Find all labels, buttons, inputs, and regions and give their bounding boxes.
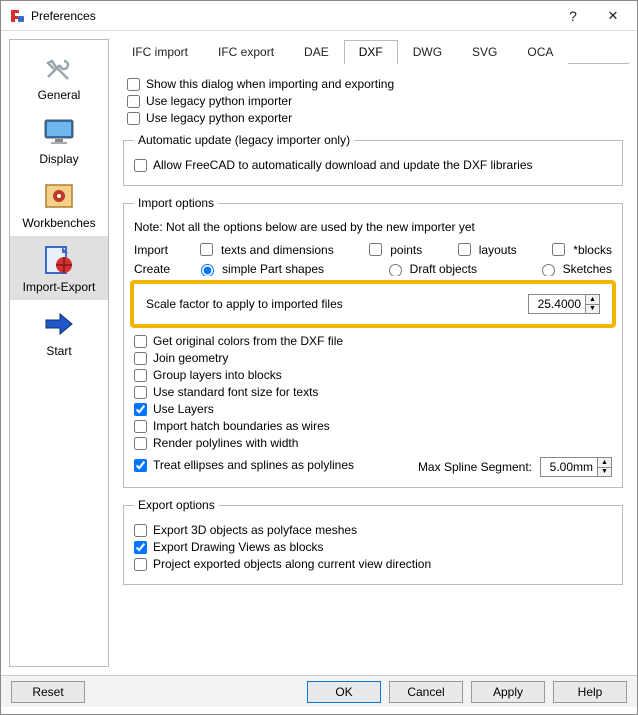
check-points[interactable]: points [365, 240, 422, 259]
legend-export: Export options [134, 498, 219, 512]
sidebar-item-display[interactable]: Display [10, 108, 108, 172]
dialog-footer: Reset OK Cancel Apply Help [1, 675, 637, 707]
tab-ifc-export[interactable]: IFC export [203, 40, 289, 64]
check-layouts[interactable]: layouts [454, 240, 517, 259]
legend-import: Import options [134, 196, 218, 210]
label-create: Create [134, 262, 184, 276]
monitor-icon [39, 114, 79, 150]
scale-factor-input[interactable] [529, 295, 585, 313]
sidebar-item-label: General [38, 88, 81, 102]
group-auto-update: Automatic update (legacy importer only) … [123, 133, 623, 186]
tab-dae[interactable]: DAE [289, 40, 344, 64]
spin-up-icon[interactable]: ▲ [598, 458, 611, 468]
sidebar-item-label: Workbenches [22, 216, 95, 230]
group-import-options: Import options Note: Not all the options… [123, 196, 623, 488]
reset-button[interactable]: Reset [11, 681, 85, 703]
apply-button[interactable]: Apply [471, 681, 545, 703]
tab-panel-dxf: Show this dialog when importing and expo… [117, 64, 629, 667]
check-blocks[interactable]: *blocks [548, 240, 612, 259]
spin-down-icon[interactable]: ▼ [586, 305, 599, 314]
scale-factor-spinner[interactable]: ▲▼ [528, 294, 600, 314]
check-original-colors[interactable]: Get original colors from the DXF file [134, 334, 612, 348]
help-icon[interactable]: ? [555, 1, 591, 30]
check-ellipses-polylines[interactable]: Treat ellipses and splines as polylines [134, 458, 354, 472]
tab-svg[interactable]: SVG [457, 40, 512, 64]
window-title: Preferences [31, 9, 555, 23]
highlight-scale-factor: Scale factor to apply to imported files … [130, 280, 616, 328]
tab-dwg[interactable]: DWG [398, 40, 457, 64]
check-join-geometry[interactable]: Join geometry [134, 351, 612, 365]
label-max-spline: Max Spline Segment: [418, 460, 532, 474]
max-spline-spinner[interactable]: ▲▼ [540, 457, 612, 477]
sidebar-item-label: Display [39, 152, 78, 166]
check-std-font[interactable]: Use standard font size for texts [134, 385, 612, 399]
check-drawing-views[interactable]: Export Drawing Views as blocks [134, 540, 612, 554]
check-allow-download[interactable]: Allow FreeCAD to automatically download … [134, 158, 612, 172]
label-scale-factor: Scale factor to apply to imported files [146, 297, 343, 311]
tab-dxf[interactable]: DXF [344, 40, 398, 64]
legend-auto-update: Automatic update (legacy importer only) [134, 133, 354, 147]
help-button[interactable]: Help [553, 681, 627, 703]
tab-ifc-import[interactable]: IFC import [117, 40, 203, 64]
ok-button[interactable]: OK [307, 681, 381, 703]
label-import: Import [134, 243, 184, 257]
spin-up-icon[interactable]: ▲ [586, 295, 599, 305]
app-icon [9, 8, 25, 24]
tab-bar: IFC import IFC export DAE DXF DWG SVG OC… [117, 39, 629, 64]
sidebar-item-start[interactable]: Start [10, 300, 108, 364]
arrow-right-icon [39, 306, 79, 342]
check-use-layers[interactable]: Use Layers [134, 402, 612, 416]
max-spline-input[interactable] [541, 458, 597, 476]
tools-icon [39, 50, 79, 86]
import-note: Note: Not all the options below are used… [134, 220, 612, 234]
check-group-layers[interactable]: Group layers into blocks [134, 368, 612, 382]
group-export-options: Export options Export 3D objects as poly… [123, 498, 623, 585]
radio-sketches[interactable]: Sketches [537, 262, 612, 276]
check-legacy-importer[interactable]: Use legacy python importer [127, 94, 623, 108]
check-legacy-exporter[interactable]: Use legacy python exporter [127, 111, 623, 125]
check-show-dialog[interactable]: Show this dialog when importing and expo… [127, 77, 623, 91]
spin-down-icon[interactable]: ▼ [598, 468, 611, 477]
titlebar: Preferences ? ✕ [1, 1, 637, 31]
check-texts[interactable]: texts and dimensions [196, 240, 334, 259]
sidebar: General Display Workbenches Import-Expor… [9, 39, 109, 667]
close-icon[interactable]: ✕ [591, 1, 635, 30]
radio-draft[interactable]: Draft objects [384, 262, 477, 276]
check-project-direction[interactable]: Project exported objects along current v… [134, 557, 612, 571]
sidebar-item-label: Import-Export [23, 280, 96, 294]
sidebar-item-import-export[interactable]: Import-Export [10, 236, 108, 300]
radio-simple[interactable]: simple Part shapes [196, 262, 324, 276]
workbench-icon [39, 178, 79, 214]
sidebar-item-label: Start [46, 344, 71, 358]
tab-oca[interactable]: OCA [512, 40, 568, 64]
sidebar-item-workbenches[interactable]: Workbenches [10, 172, 108, 236]
import-export-icon [39, 242, 79, 278]
check-hatch-wires[interactable]: Import hatch boundaries as wires [134, 419, 612, 433]
cancel-button[interactable]: Cancel [389, 681, 463, 703]
check-polyface[interactable]: Export 3D objects as polyface meshes [134, 523, 612, 537]
sidebar-item-general[interactable]: General [10, 44, 108, 108]
check-render-polylines[interactable]: Render polylines with width [134, 436, 612, 450]
